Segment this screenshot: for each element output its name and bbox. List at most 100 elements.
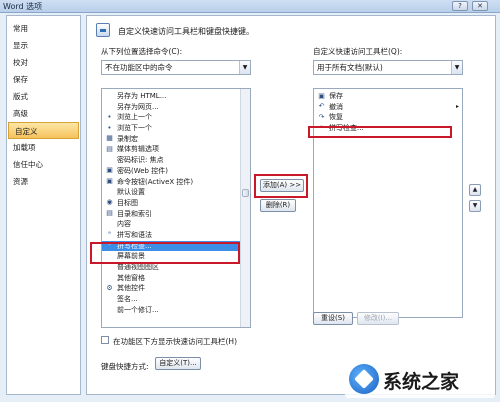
command-item[interactable]: ᵃ 拼写和语法 xyxy=(102,230,250,241)
customize-toolbar-icon xyxy=(96,23,110,37)
customize-qat-dropdown[interactable]: 用于所有文档(默认) ▼ xyxy=(313,60,463,75)
commands-scrollbar[interactable] xyxy=(240,89,250,327)
command-icon: ▣ xyxy=(106,177,113,185)
close-button[interactable]: ✕ xyxy=(472,1,488,11)
command-icon: ↶ xyxy=(318,102,325,111)
watermark-icon xyxy=(349,364,379,394)
command-icon: ◉ xyxy=(106,198,113,207)
command-item[interactable]: 另存为网页... xyxy=(102,102,250,113)
command-icon xyxy=(105,252,114,261)
command-item-label: 另存为 HTML... xyxy=(117,92,167,100)
command-icon: • xyxy=(107,112,112,121)
chevron-down-icon[interactable]: ▼ xyxy=(239,61,250,74)
command-icon xyxy=(105,295,114,304)
nav-item-layout[interactable]: 版式 xyxy=(7,88,80,105)
command-item[interactable]: 其他窗格 xyxy=(102,273,250,284)
command-item[interactable]: 屏幕前景 xyxy=(102,251,250,262)
command-icon: ᵃ xyxy=(320,123,323,132)
panel-heading: 自定义快速访问工具栏和键盘快捷键。 xyxy=(118,27,254,36)
command-item[interactable]: 密码标识: 焦点 xyxy=(102,155,250,166)
command-item[interactable]: ▤ 媒体剪辑选项 xyxy=(102,144,250,155)
command-item[interactable]: ⚙ 其他控件 xyxy=(102,283,250,294)
command-item[interactable]: 默认设置 xyxy=(102,187,250,198)
command-item-label: 媒体剪辑选项 xyxy=(117,145,159,154)
nav-item-customize[interactable]: 自定义 xyxy=(8,122,79,139)
nav-item-common[interactable]: 常用 xyxy=(7,20,80,37)
command-item[interactable]: ▣ 命令按钮(ActiveX 控件) xyxy=(102,177,250,188)
command-item[interactable]: 内容 xyxy=(102,219,250,230)
command-item[interactable]: 另存为 HTML... xyxy=(102,91,250,102)
qat-item-label: 拼写检查... xyxy=(329,124,364,133)
command-item-label: 拼写和语法 xyxy=(117,230,152,239)
command-icon: ↷ xyxy=(318,112,325,121)
nav-item-display[interactable]: 显示 xyxy=(7,37,80,54)
options-nav: 常用 显示 校对 保存 版式 高级 自定义 加载项 信任中心 资源 xyxy=(6,15,81,395)
qat-list[interactable]: ▣ 保存 ↶ 撤消 ▸ ↷ 恢复 ᵃ 拼写检查... xyxy=(313,88,463,318)
nav-item-advanced[interactable]: 高级 xyxy=(7,105,80,122)
command-icon xyxy=(105,156,114,165)
customize-panel: 自定义快速访问工具栏和键盘快捷键。 从下列位置选择命令(C): 不在功能区中的命… xyxy=(86,15,496,395)
commands-list[interactable]: 另存为 HTML... 另存为网页... • 浏览上一个 • 浏览下一个 ▦ 录制宏 ▤ 媒体剪辑… xyxy=(101,88,251,328)
command-item-label: 默认设置 xyxy=(117,188,145,197)
show-below-checkbox[interactable] xyxy=(101,336,109,344)
command-item[interactable]: ▤ 目录和索引 xyxy=(102,209,250,220)
customize-qat-value: 用于所有文档(默认) xyxy=(317,63,383,72)
show-below-label: 在功能区下方显示快速访问工具栏(H) xyxy=(113,337,237,346)
command-item[interactable]: ▣ 密码(Web 控件) xyxy=(102,166,250,177)
qat-rows: ▣ 保存 ↶ 撤消 ▸ ↷ 恢复 ᵃ 拼写检查... xyxy=(314,89,462,134)
command-item-label: 密码标识: 焦点 xyxy=(117,156,164,165)
command-item-label: 拼写检查... xyxy=(117,241,152,250)
command-item[interactable]: 普通视图图区 xyxy=(102,262,250,273)
command-item-label: 前一个修订... xyxy=(117,305,159,314)
nav-item-proofing[interactable]: 校对 xyxy=(7,54,80,71)
command-item[interactable]: ◉ 目标图 xyxy=(102,198,250,209)
qat-item[interactable]: ᵃ 拼写检查... xyxy=(314,123,462,134)
customize-qat-label: 自定义快速访问工具栏(Q): xyxy=(313,47,403,56)
command-item-label: 目录和索引 xyxy=(117,209,152,218)
scroll-thumb[interactable] xyxy=(242,189,249,197)
command-item-label: 目标图 xyxy=(117,198,138,207)
command-item-label: 密码(Web 控件) xyxy=(117,166,168,175)
command-item[interactable]: 签名... xyxy=(102,294,250,305)
command-item-label: 命令按钮(ActiveX 控件) xyxy=(117,177,194,186)
move-down-button[interactable]: ▼ xyxy=(469,200,481,212)
command-icon xyxy=(105,273,114,282)
qat-item[interactable]: ↷ 恢复 xyxy=(314,112,462,123)
modify-button[interactable]: 修改(I)... xyxy=(357,312,399,325)
qat-item[interactable]: ↶ 撤消 ▸ xyxy=(314,102,462,113)
help-button[interactable]: ? xyxy=(452,1,468,11)
qat-item[interactable]: ▣ 保存 xyxy=(314,91,462,102)
command-icon: ᵃ xyxy=(108,241,111,250)
command-item[interactable]: • 浏览上一个 xyxy=(102,112,250,123)
command-icon: • xyxy=(107,123,112,132)
add-button[interactable]: 添加(A) >> xyxy=(260,179,304,192)
chevron-down-icon[interactable]: ▼ xyxy=(451,61,462,74)
nav-item-save[interactable]: 保存 xyxy=(7,71,80,88)
command-item[interactable]: • 浏览下一个 xyxy=(102,123,250,134)
command-item-label: 录制宏 xyxy=(117,134,138,143)
command-icon xyxy=(105,92,114,101)
remove-button[interactable]: 删除(R) xyxy=(260,199,296,212)
choose-commands-dropdown[interactable]: 不在功能区中的命令 ▼ xyxy=(101,60,251,75)
watermark-text: 系统之家 xyxy=(383,371,460,393)
nav-item-addins[interactable]: 加载项 xyxy=(7,139,80,156)
window-title: Word 选项 xyxy=(3,2,43,11)
command-item[interactable]: ▦ 录制宏 xyxy=(102,134,250,145)
command-item[interactable]: 前一个修订... xyxy=(102,305,250,316)
command-icon: ▣ xyxy=(106,166,113,175)
choose-commands-label: 从下列位置选择命令(C): xyxy=(101,47,183,56)
command-icon: ▦ xyxy=(106,134,113,143)
qat-item-label: 撤消 xyxy=(329,102,343,111)
command-icon: ⚙ xyxy=(106,283,113,292)
command-icon: ᵃ xyxy=(108,230,111,239)
nav-item-trust-center[interactable]: 信任中心 xyxy=(7,156,80,173)
reset-button[interactable]: 重设(S) xyxy=(313,312,353,325)
command-icon xyxy=(105,220,114,229)
command-item-label: 其他控件 xyxy=(117,284,145,293)
command-item[interactable]: ᵃ 拼写检查... xyxy=(102,240,250,252)
choose-commands-value: 不在功能区中的命令 xyxy=(105,63,173,72)
nav-item-resources[interactable]: 资源 xyxy=(7,173,80,190)
move-up-button[interactable]: ▲ xyxy=(469,184,481,196)
customize-keyboard-button[interactable]: 自定义(T)... xyxy=(155,357,201,370)
command-item-label: 普通视图图区 xyxy=(117,263,159,271)
